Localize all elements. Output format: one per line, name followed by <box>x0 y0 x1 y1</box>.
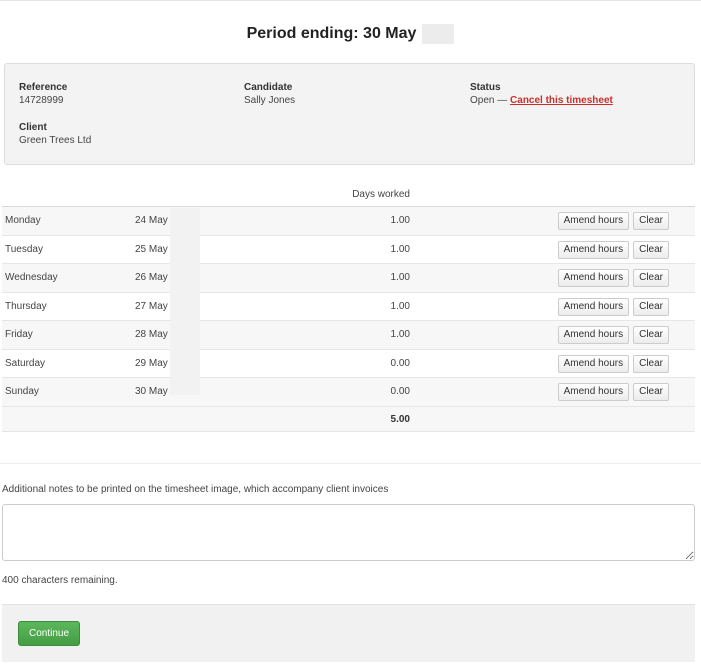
timesheet-info-panel: Reference 14728999 Candidate Sally Jones… <box>4 63 695 165</box>
days-value: 1.00 <box>390 215 410 226</box>
days-value: 0.00 <box>390 386 410 397</box>
clear-button[interactable]: Clear <box>633 212 669 230</box>
day-name: Friday <box>5 329 33 340</box>
amend-hours-button[interactable]: Amend hours <box>557 297 630 316</box>
table-row: Tuesday 25 May 1.00 Amend hours Clear <box>2 236 695 264</box>
day-date: 27 May <box>135 300 168 312</box>
footer-panel: Continue <box>2 604 695 662</box>
day-date: 29 May <box>135 357 168 369</box>
days-value: 0.00 <box>390 357 410 369</box>
table-header: Days worked <box>2 185 695 207</box>
clear-button[interactable]: Clear <box>633 383 669 401</box>
page-title: Period ending: 30 May <box>0 24 701 44</box>
candidate-value: Sally Jones <box>244 95 296 106</box>
section-divider <box>0 463 701 464</box>
characters-remaining: 400 characters remaining. <box>2 575 118 586</box>
table-row: Thursday 27 May 1.00 Amend hours Clear <box>2 293 695 321</box>
days-value: 1.00 <box>390 329 410 340</box>
days-worked-table: Days worked Monday 24 May 1.00 Amend hou… <box>2 185 695 432</box>
total-row: 5.00 <box>2 406 695 432</box>
day-date: 30 May <box>135 386 168 397</box>
candidate-field: Candidate Sally Jones <box>244 81 295 107</box>
amend-hours-button[interactable]: Amend hours <box>557 326 630 344</box>
clear-button[interactable]: Clear <box>633 354 669 373</box>
notes-label: Additional notes to be printed on the ti… <box>2 484 389 495</box>
client-value: Green Trees Ltd <box>19 135 92 146</box>
day-date: 24 May <box>135 215 168 226</box>
days-value: 1.00 <box>390 300 410 312</box>
day-date: 28 May <box>135 329 168 340</box>
notes-textarea[interactable] <box>2 504 695 561</box>
client-field: Client Green Trees Ltd <box>19 121 91 147</box>
clear-button[interactable]: Clear <box>633 269 669 287</box>
day-date: 26 May <box>135 272 168 283</box>
client-label: Client <box>19 122 47 133</box>
continue-button[interactable]: Continue <box>18 621 81 646</box>
table-row: Sunday 30 May 0.00 Amend hours Clear <box>2 378 695 407</box>
redacted-year-column <box>170 208 200 395</box>
total-days-value: 5.00 <box>390 413 410 425</box>
table-row: Friday 28 May 1.00 Amend hours Clear <box>2 321 695 350</box>
top-divider <box>0 0 701 1</box>
status-field: Status Open — Cancel this timesheet <box>470 81 613 107</box>
amend-hours-button[interactable]: Amend hours <box>557 354 630 373</box>
clear-button[interactable]: Clear <box>633 240 669 259</box>
amend-hours-button[interactable]: Amend hours <box>557 269 630 287</box>
day-name: Saturday <box>5 357 46 369</box>
days-worked-header: Days worked <box>352 189 410 200</box>
status-value: Open — <box>470 95 508 106</box>
table-row: Saturday 29 May 0.00 Amend hours Clear <box>2 350 695 378</box>
day-name: Thursday <box>5 300 47 312</box>
cancel-timesheet-link[interactable]: Cancel this timesheet <box>510 95 613 106</box>
day-name: Sunday <box>5 386 39 397</box>
clear-button[interactable]: Clear <box>633 326 669 344</box>
reference-label: Reference <box>19 82 68 93</box>
reference-field: Reference 14728999 <box>19 81 67 107</box>
status-label: Status <box>470 82 501 93</box>
day-name: Monday <box>5 215 41 226</box>
amend-hours-button[interactable]: Amend hours <box>557 383 630 401</box>
redacted-year <box>422 24 455 44</box>
amend-hours-button[interactable]: Amend hours <box>557 212 630 230</box>
table-row: Monday 24 May 1.00 Amend hours Clear <box>2 207 695 236</box>
clear-button[interactable]: Clear <box>633 297 669 316</box>
day-name: Tuesday <box>5 243 43 255</box>
reference-value: 14728999 <box>19 95 64 106</box>
days-value: 1.00 <box>390 243 410 255</box>
period-ending-title: Period ending: 30 May <box>246 25 417 42</box>
amend-hours-button[interactable]: Amend hours <box>557 240 630 259</box>
days-value: 1.00 <box>390 272 410 283</box>
table-row: Wednesday 26 May 1.00 Amend hours Clear <box>2 264 695 293</box>
candidate-label: Candidate <box>244 82 293 93</box>
day-date: 25 May <box>135 243 168 255</box>
day-name: Wednesday <box>5 272 58 283</box>
